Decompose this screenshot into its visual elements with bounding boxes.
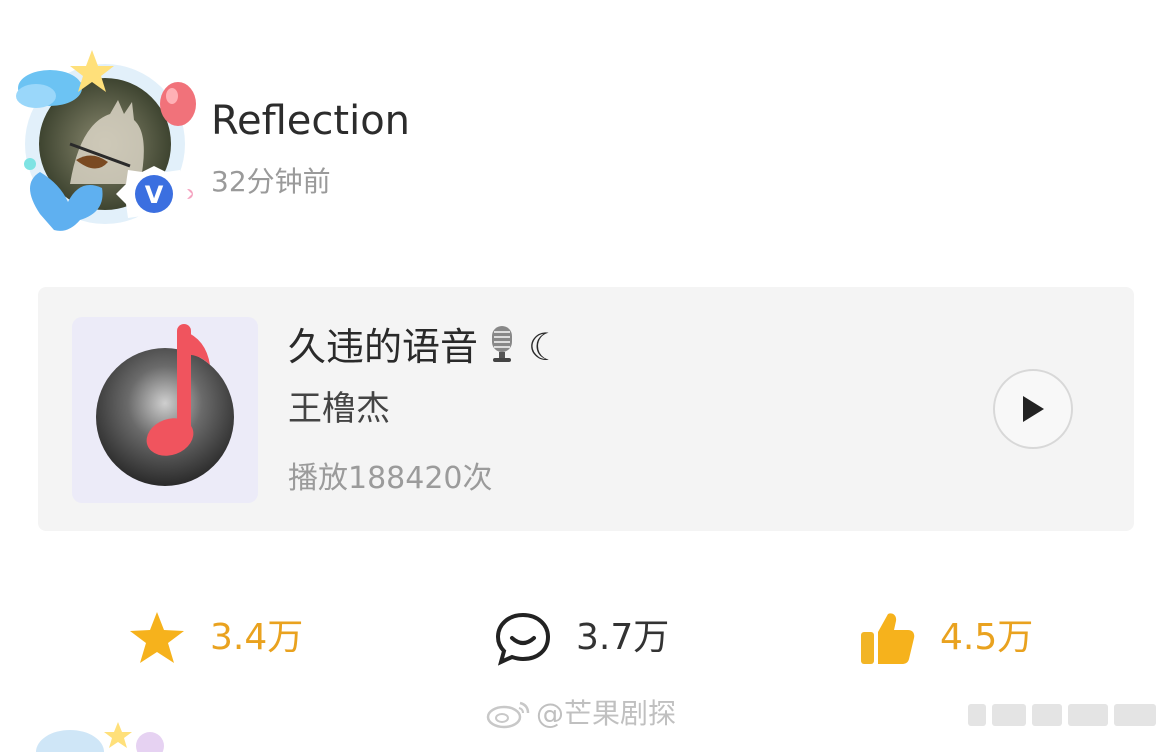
music-card[interactable]: 久违的语音 ☾ 王橹杰 播放188420次: [38, 287, 1134, 531]
favorite-button[interactable]: 3.4万: [128, 606, 303, 670]
moon-glyph: ☾: [528, 325, 563, 369]
song-artist[interactable]: 王橹杰: [288, 387, 390, 431]
star-icon: [130, 612, 184, 663]
music-note-icon: [96, 324, 234, 486]
play-count: 播放188420次: [288, 461, 493, 496]
thumbs-up-icon: [861, 613, 915, 664]
post-timestamp: 32分钟前: [211, 165, 331, 198]
image-strip-indicator: [966, 700, 1160, 728]
avatar-image: V: [16, 50, 196, 231]
play-icon: [1023, 396, 1044, 422]
like-button[interactable]: 4.5万: [858, 606, 1033, 670]
avatar[interactable]: V: [10, 44, 200, 234]
watermark: @芒果剧探: [486, 694, 676, 734]
comment-icon: [495, 612, 551, 666]
comment-count: 3.7万: [576, 617, 670, 658]
song-title[interactable]: 久违的语音 ☾: [288, 323, 562, 375]
microphone-icon: [484, 324, 520, 375]
verified-badge-icon: V: [116, 166, 192, 222]
song-title-text: 久违的语音: [288, 325, 479, 369]
svg-text:V: V: [145, 181, 164, 209]
username[interactable]: Reflection: [211, 96, 410, 146]
like-count: 4.5万: [940, 617, 1034, 658]
favorite-count: 3.4万: [210, 617, 304, 658]
music-cover: [72, 317, 258, 503]
watermark-text: @芒果剧探: [536, 697, 677, 730]
play-button[interactable]: [993, 369, 1073, 449]
comment-button[interactable]: 3.7万: [494, 606, 669, 670]
weibo-logo-icon: [486, 701, 530, 729]
next-post-avatar[interactable]: [30, 712, 170, 752]
